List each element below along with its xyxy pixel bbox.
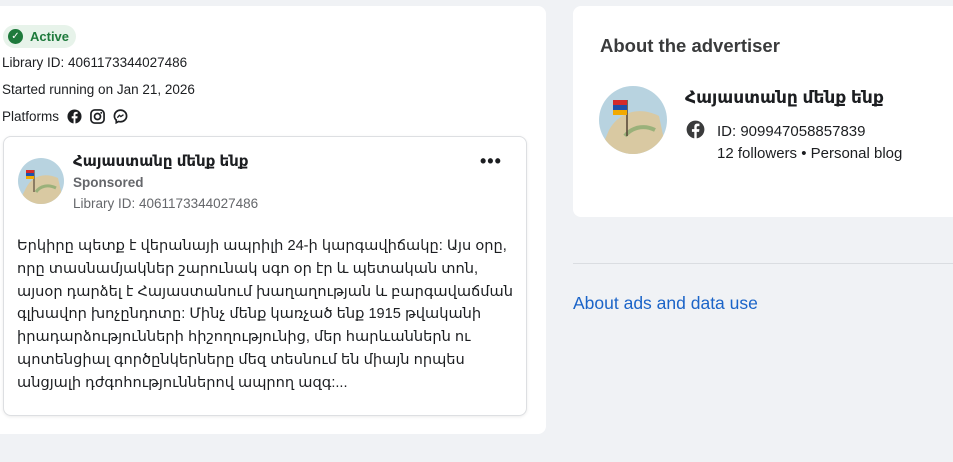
about-advertiser-card: About the advertiser Հայաստանը մենք ենք … [573,6,953,217]
ad-library-id: Library ID: 4061173344027486 [73,196,259,211]
ad-details-panel: ✓ Active Library ID: 4061173344027486 St… [0,6,546,434]
avatar[interactable] [18,158,64,204]
advertiser-name[interactable]: Հայաստանը մենք ենք [685,88,884,108]
status-badge: ✓ Active [3,25,77,48]
advertiser-id-row: ID: 909947058857839 [686,120,865,143]
platforms-label: Platforms [2,108,60,124]
advertiser-id: ID: 909947058857839 [717,123,866,140]
ad-preview-card: Հայաստանը մենք ենք Sponsored Library ID:… [3,136,527,416]
ad-body-text: Երկիրը պետք է վերանայի ապրիլի 24-ի կարգա… [17,238,514,391]
instagram-icon [89,108,105,124]
started-running-text: Started running on Jan 21, 2026 [2,82,195,97]
sponsored-label: Sponsored [73,175,144,190]
facebook-icon [66,108,82,124]
facebook-icon [686,120,705,143]
advertiser-avatar[interactable] [599,86,667,154]
section-title: About the advertiser [600,35,780,56]
advertiser-followers: 12 followers • Personal blog [717,145,903,162]
ad-page-name[interactable]: Հայաստանը մենք ենք [73,152,248,170]
check-icon: ✓ [8,29,23,44]
library-id-text: Library ID: 4061173344027486 [2,55,188,70]
about-ads-link[interactable]: About ads and data use [573,293,758,314]
platforms-row: Platforms [2,108,128,124]
messenger-icon [112,108,128,124]
status-label: Active [30,29,70,44]
divider [573,263,953,264]
more-options-button[interactable]: ••• [480,151,502,172]
